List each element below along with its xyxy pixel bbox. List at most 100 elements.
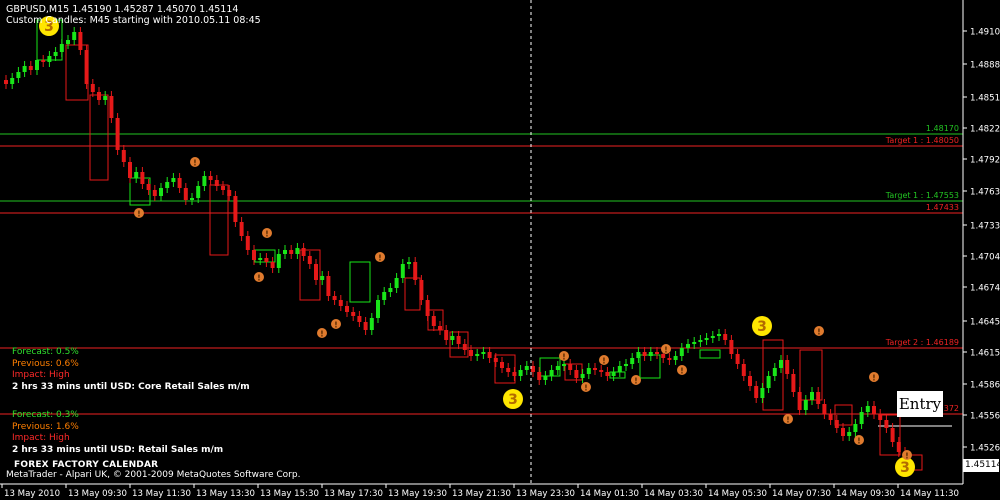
time-label: 13 May 21:30 bbox=[452, 489, 511, 499]
bear-candle bbox=[208, 176, 213, 180]
alert-marker: ! bbox=[581, 382, 591, 393]
event-retail-sales[interactable]: Forecast: 0.3% Previous: 1.6% Impact: Hi… bbox=[12, 410, 223, 456]
time-label: 13 May 15:30 bbox=[260, 489, 319, 499]
bear-candle bbox=[462, 344, 467, 350]
bull-candle bbox=[847, 432, 852, 436]
bear-candle bbox=[78, 32, 83, 50]
bear-candle bbox=[227, 190, 232, 196]
bear-candle bbox=[97, 92, 101, 100]
bull-candle bbox=[22, 66, 27, 72]
bear-candle bbox=[345, 306, 349, 312]
bear-candle bbox=[785, 360, 790, 374]
bull-candle bbox=[692, 342, 697, 344]
bull-candle bbox=[134, 172, 139, 178]
bear-candle bbox=[332, 296, 337, 300]
alert-glyph: ! bbox=[817, 328, 821, 337]
bear-candle bbox=[506, 368, 511, 372]
bull-candle bbox=[53, 52, 58, 56]
bear-candle bbox=[90, 84, 95, 92]
bear-candle bbox=[723, 334, 728, 340]
bear-candle bbox=[568, 364, 573, 370]
alert-marker: ! bbox=[599, 355, 609, 366]
bull-candle bbox=[624, 364, 628, 366]
price-label: 1.49105 bbox=[970, 28, 1000, 38]
symbol-header: GBPUSD,M15 1.45190 1.45287 1.45070 1.451… bbox=[6, 4, 239, 15]
price-label: 1.46450 bbox=[970, 318, 1000, 328]
time-label: 14 May 01:30 bbox=[580, 489, 639, 499]
alert-marker: ! bbox=[190, 157, 200, 168]
bear-candle bbox=[363, 322, 368, 330]
bull-candle bbox=[772, 368, 777, 376]
alert-marker: ! bbox=[631, 375, 641, 386]
bear-candle bbox=[351, 312, 356, 316]
bear-candle bbox=[307, 256, 312, 264]
price-label: 1.46745 bbox=[970, 284, 1000, 294]
bear-candle bbox=[884, 420, 889, 428]
bull-candle bbox=[810, 392, 814, 400]
bear-candle bbox=[872, 406, 876, 414]
bear-candle bbox=[264, 258, 269, 262]
bear-candle bbox=[84, 50, 89, 84]
event-core-retail-sales[interactable]: Forecast: 0.5% Previous: 0.6% Impact: Hi… bbox=[12, 347, 250, 393]
price-label: 1.45860 bbox=[970, 381, 1000, 391]
bull-candle bbox=[196, 186, 201, 198]
entry-label[interactable]: Entry bbox=[897, 391, 943, 417]
alert-glyph: ! bbox=[193, 159, 197, 168]
bull-candle bbox=[103, 96, 108, 100]
alert-marker: ! bbox=[375, 252, 385, 263]
bull-candle bbox=[617, 366, 622, 372]
event-impact: Impact: High bbox=[12, 370, 70, 380]
bull-candle bbox=[555, 366, 560, 370]
price-label: 1.45265 bbox=[970, 444, 1000, 454]
bull-candle bbox=[586, 368, 591, 374]
bear-candle bbox=[493, 358, 498, 362]
candlesticks bbox=[4, 27, 907, 465]
level-label: 1.48170 bbox=[926, 124, 959, 133]
bear-candle bbox=[177, 178, 182, 188]
bear-candle bbox=[4, 80, 8, 84]
bear-candle bbox=[735, 354, 740, 364]
custom-candles bbox=[36, 19, 923, 471]
bull-candle bbox=[524, 366, 529, 370]
bear-candle bbox=[444, 330, 449, 340]
bear-candle bbox=[214, 180, 219, 186]
copyright-text: MetaTrader - Alpari UK, © 2001-2009 Meta… bbox=[6, 470, 301, 480]
signal-markers: 3333!!!!!!!!!!!!!!!!!! bbox=[39, 16, 915, 477]
bear-candle bbox=[314, 264, 318, 280]
time-label: 14 May 09:30 bbox=[836, 489, 895, 499]
bear-candle bbox=[357, 316, 362, 322]
bull-candle bbox=[630, 358, 635, 364]
bear-candle bbox=[748, 376, 752, 386]
alert-glyph: ! bbox=[265, 230, 269, 239]
bull-candle bbox=[388, 288, 393, 292]
bull-candle bbox=[283, 250, 287, 254]
bear-candle bbox=[425, 300, 430, 316]
bear-candle bbox=[128, 162, 132, 178]
bull-candle bbox=[717, 334, 721, 336]
bull-candle bbox=[202, 176, 207, 186]
bear-htf-candle bbox=[564, 363, 583, 381]
bull-candle bbox=[611, 372, 616, 376]
bull-candle bbox=[859, 412, 864, 424]
alert-glyph: ! bbox=[634, 377, 638, 386]
bull-candle bbox=[803, 400, 808, 410]
alert-marker: ! bbox=[317, 328, 327, 339]
alert-glyph: ! bbox=[378, 254, 382, 263]
bear-candle bbox=[655, 352, 659, 354]
alert-glyph: ! bbox=[786, 416, 790, 425]
bear-candle bbox=[878, 414, 883, 420]
bear-candle bbox=[531, 366, 535, 372]
alert-glyph: ! bbox=[602, 357, 606, 366]
bear-candle bbox=[338, 300, 343, 306]
bull-candle bbox=[369, 318, 374, 330]
bear-candle bbox=[487, 352, 492, 358]
price-label: 1.48515 bbox=[970, 94, 1000, 104]
time-label: 14 May 11:30 bbox=[900, 489, 959, 499]
bull-candle bbox=[258, 258, 263, 260]
bull-candle bbox=[276, 254, 281, 268]
bear-candle bbox=[599, 370, 604, 372]
alert-glyph: ! bbox=[872, 374, 876, 383]
signal-three-marker: 3 bbox=[503, 389, 523, 409]
time-label: 14 May 05:30 bbox=[708, 489, 767, 499]
bear-candle bbox=[233, 196, 238, 222]
